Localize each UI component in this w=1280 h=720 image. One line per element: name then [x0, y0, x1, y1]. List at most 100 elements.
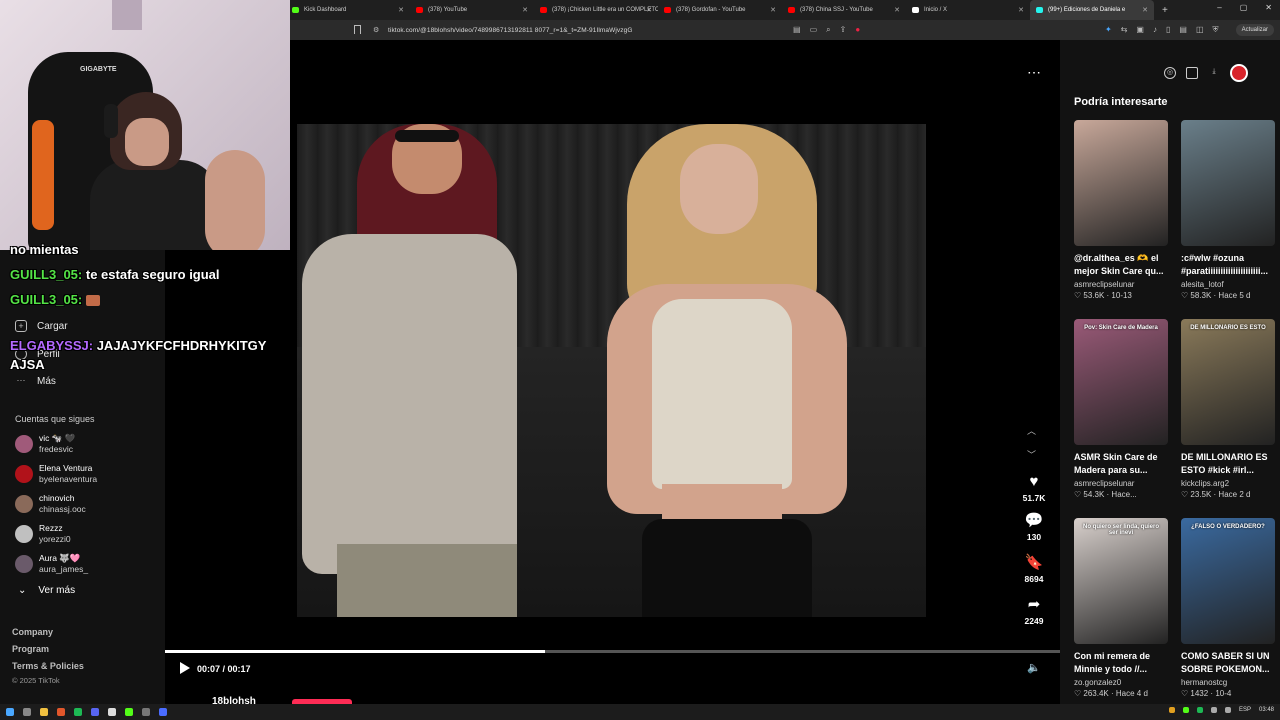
kick-icon[interactable]	[125, 708, 133, 716]
sidebar-icon[interactable]: ▯	[1166, 25, 1170, 35]
browser-tab[interactable]: Kick Dashboard ✕	[286, 0, 410, 20]
tab-close-icon[interactable]: ✕	[770, 6, 776, 14]
headset	[104, 104, 118, 138]
language-indicator[interactable]: ESP	[1239, 707, 1251, 713]
browser-tab[interactable]: (99+) Ediciones de Daniela e ✕	[1030, 0, 1154, 20]
browser-tab[interactable]: (378) Gordofan - YouTube ✕	[658, 0, 782, 20]
more-options-icon[interactable]: ⋯	[1027, 64, 1041, 81]
card-title: :c#wlw #ozuna #paratiiiiiiiiiiiiiiiiiiii…	[1181, 253, 1269, 276]
nav-upload[interactable]: + Cargar	[15, 320, 68, 332]
screen-icon[interactable]: ▭	[810, 25, 818, 35]
tab-close-icon[interactable]: ✕	[522, 6, 528, 14]
next-video-icon[interactable]: ﹀	[1027, 448, 1036, 461]
action-count: 8694	[1024, 574, 1044, 584]
extension-icon[interactable]: ✦	[1105, 25, 1112, 35]
wallet-icon[interactable]: ◫	[1196, 25, 1204, 35]
wifi-icon[interactable]	[1210, 707, 1217, 713]
mobile-icon[interactable]	[1186, 67, 1198, 79]
new-tab-button[interactable]: +	[1154, 5, 1176, 16]
heart-button[interactable]: ♥ 51.7K	[1017, 473, 1051, 504]
music-icon[interactable]: ♪	[1153, 25, 1157, 35]
chat-message: GUILL3_05: te estafa seguro igual	[10, 267, 220, 282]
browser-tab[interactable]: (378) ¡Chicken Little era un COMPLETO ✕	[534, 0, 658, 20]
recommended-video-card[interactable]: @dr.althea_es 🫶 el mejor Skin Care qu...…	[1074, 120, 1168, 300]
tray-icon[interactable]	[1168, 707, 1175, 713]
recommended-video-card[interactable]: Pov: Skin Care de Madera ASMR Skin Care d…	[1074, 319, 1168, 499]
address-bar: ⚙ tiktok.com/@18blohsh/video/74899867131…	[290, 20, 1280, 40]
video-thumbnail: DE MILLONARIO ES ESTO	[1181, 319, 1275, 445]
spotify-icon[interactable]	[74, 708, 82, 716]
recommended-video-card[interactable]: ¿FALSO O VERDADERO? COMO SABER SI UN SOBR…	[1181, 518, 1275, 698]
download-icon[interactable]: ⤓	[1208, 67, 1220, 79]
discord-icon[interactable]	[91, 708, 99, 716]
extension-badge-icon[interactable]: ●	[855, 25, 860, 35]
translate-icon[interactable]: ⇆	[1121, 25, 1128, 35]
tab-close-icon[interactable]: ✕	[1142, 6, 1148, 14]
share-page-icon[interactable]: ⇪	[840, 25, 847, 35]
following-item[interactable]: chinovich chinassj.ooc	[15, 493, 86, 515]
tab-close-icon[interactable]: ✕	[1018, 6, 1024, 14]
recommendations-title: Podría interesarte	[1074, 96, 1168, 108]
search-icon[interactable]	[23, 708, 31, 716]
browser-tab[interactable]: (378) China SSJ - YouTube ✕	[782, 0, 906, 20]
start-icon[interactable]	[6, 708, 14, 716]
close-window-icon[interactable]: ✕	[1265, 3, 1272, 12]
tab-close-icon[interactable]: ✕	[646, 6, 652, 14]
tab-close-icon[interactable]: ✕	[894, 6, 900, 14]
brave-icon[interactable]	[57, 708, 65, 716]
brave-shield-icon[interactable]: ⛨	[1213, 25, 1219, 35]
footer-terms[interactable]: Terms & Policies	[12, 661, 84, 671]
play-icon[interactable]	[180, 662, 190, 674]
person-right-tank-top	[652, 299, 792, 489]
zoom-icon[interactable]: ⌕	[826, 25, 830, 35]
compass-icon[interactable]: ◎	[1164, 67, 1176, 79]
tray-icon[interactable]	[1196, 707, 1203, 713]
tab-close-icon[interactable]: ✕	[398, 6, 404, 14]
bookmark-page-icon[interactable]	[354, 25, 361, 34]
see-more-button[interactable]: ⌄ Ver más	[18, 585, 75, 596]
recommended-video-card[interactable]: No quiero ser linda, quiero ser inevi Con…	[1074, 518, 1168, 698]
following-item[interactable]: vic 🐄 🖤 fredesvic	[15, 433, 75, 455]
recommended-video-card[interactable]: :c#wlw #ozuna #paratiiiiiiiiiiiiiiiiiiii…	[1181, 120, 1275, 300]
share-button[interactable]: ➦ 2249	[1017, 597, 1051, 627]
card-user: asmreclipselunar	[1074, 280, 1135, 289]
following-item[interactable]: Aura 🐺🩷 aura_james_	[15, 553, 88, 575]
reader-icon[interactable]: ▤	[793, 25, 801, 35]
volume-icon[interactable]: 🔈	[1027, 661, 1041, 674]
chair-brand: GIGABYTE	[80, 66, 117, 73]
previous-video-icon[interactable]: ︿	[1027, 424, 1036, 437]
streamer-arm	[205, 150, 265, 250]
clock[interactable]: 03:48	[1259, 707, 1274, 713]
update-button[interactable]: Actualizar	[1235, 24, 1274, 36]
site-info-icon[interactable]: ⚙	[373, 26, 379, 34]
obs-icon[interactable]	[108, 708, 116, 716]
nav-more[interactable]: ··· Más	[15, 375, 56, 387]
video-frame[interactable]	[297, 124, 926, 617]
browser-tab[interactable]: (378) YouTube ✕	[410, 0, 534, 20]
comment-button[interactable]: 💬 130	[1017, 513, 1051, 543]
footer-program[interactable]: Program	[12, 644, 49, 654]
app-icon[interactable]	[142, 708, 150, 716]
minimize-icon[interactable]: –	[1217, 3, 1221, 12]
following-item[interactable]: Rezzz yorezzi0	[15, 523, 71, 545]
card-title: DE MILLONARIO ES ESTO #kick #irl...	[1181, 452, 1268, 475]
footer-company[interactable]: Company	[12, 627, 53, 637]
speaker-icon[interactable]	[1224, 707, 1231, 713]
taskbar: ESP 03:48	[0, 704, 1280, 720]
media-icon[interactable]: ▣	[1136, 25, 1144, 35]
app-icon-2[interactable]	[159, 708, 167, 716]
chat-text: no mientas	[10, 242, 79, 257]
tray-icon[interactable]	[1182, 707, 1189, 713]
following-item[interactable]: Elena Ventura byelenaventura	[15, 463, 97, 485]
folder-icon[interactable]	[40, 708, 48, 716]
downloads-icon[interactable]: ▤	[1179, 25, 1187, 35]
card-likes: 1432	[1190, 689, 1209, 698]
heart-icon: ♥	[1029, 473, 1039, 490]
maximize-icon[interactable]: ▢	[1240, 3, 1248, 12]
progress-bar[interactable]	[165, 650, 1060, 653]
avatar[interactable]	[1230, 64, 1248, 82]
recommended-video-card[interactable]: DE MILLONARIO ES ESTO DE MILLONARIO ES ES…	[1181, 319, 1275, 499]
url-field[interactable]: tiktok.com/@18blohsh/video/7489986713192…	[388, 27, 632, 34]
browser-tab[interactable]: Inicio / X ✕	[906, 0, 1030, 20]
bookmark-button[interactable]: 🔖 8694	[1017, 555, 1051, 585]
